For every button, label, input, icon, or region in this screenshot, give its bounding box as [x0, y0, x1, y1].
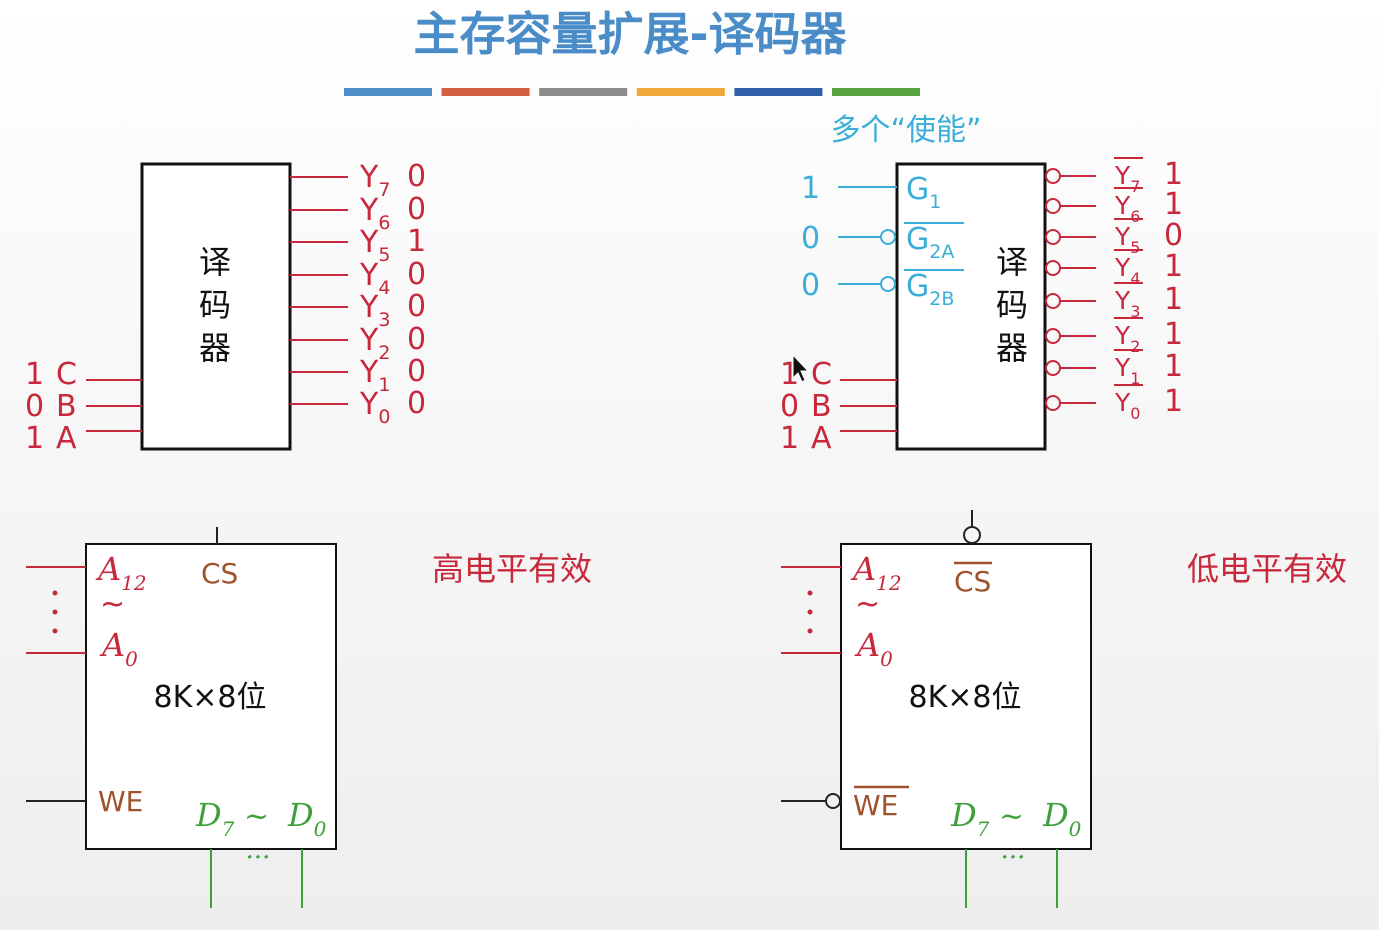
inversion-bubble-icon — [963, 526, 981, 544]
decoder-with-enables: 多个“使能” 译 码 器 1 G10 G2A0 G2B Y7 1Y6 1Y5 0Y4 1Y3 1… — [780, 113, 1183, 456]
inversion-bubble-icon — [1045, 168, 1061, 184]
chip-cs-label: CS — [954, 565, 991, 598]
decoder2-input-value: 0 — [780, 389, 799, 424]
decoder2-output-label: Y3 — [1114, 286, 1140, 321]
decoder2-output-label: Y6 — [1114, 191, 1140, 226]
decoder1-output-value: 0 — [407, 257, 426, 292]
decoder2-output-label: Y0 — [1114, 388, 1140, 423]
decoder2-input-name: A — [811, 421, 832, 456]
chip-caption: 低电平有效 — [1187, 550, 1347, 588]
chip-data-tilde: ~ — [999, 799, 1024, 834]
chip-caption: 高电平有效 — [432, 550, 592, 588]
decoder2-enable-value: 1 — [801, 171, 820, 206]
decoder2-label-char-3: 器 — [996, 329, 1028, 367]
decoder2-output-value: 1 — [1164, 249, 1183, 284]
decoder2-output-value: 1 — [1164, 282, 1183, 317]
decoder1-label-char-1: 译 — [199, 243, 231, 281]
inversion-bubble-icon — [1045, 260, 1061, 276]
decoder2-output-value: 1 — [1164, 187, 1183, 222]
decoder1-output-value: 0 — [407, 289, 426, 324]
color-bar-segment — [734, 88, 823, 96]
decoder2-output-label: Y1 — [1114, 353, 1140, 388]
chip-address-ellipsis-dot — [52, 609, 58, 615]
color-bar-segment — [539, 88, 628, 96]
inversion-bubble-icon — [880, 229, 896, 245]
decoder2-input-name: C — [811, 357, 832, 392]
chip-address-ellipsis-dot — [807, 609, 813, 615]
decoder2-output-value: 1 — [1164, 317, 1183, 352]
chip-we-label: WE — [98, 785, 143, 818]
chip-size-label: 8K×8位 — [154, 680, 267, 715]
decoder1-output-value: 1 — [407, 224, 426, 259]
decoder2-output-value: 0 — [1164, 218, 1183, 253]
decoder2-output-value: 1 — [1164, 349, 1183, 384]
decoder1-label-char-2: 码 — [199, 286, 231, 324]
decoder1-output-value: 0 — [407, 354, 426, 389]
color-bar-segment — [344, 88, 432, 96]
decoder1-input-value: 1 — [25, 421, 44, 456]
decoder2-input-value: 1 — [780, 421, 799, 456]
inversion-bubble-icon — [1045, 360, 1061, 376]
inversion-bubble-icon — [1045, 293, 1061, 309]
decoder2-output-label: Y5 — [1114, 222, 1140, 257]
chip-address-ellipsis-dot — [807, 628, 813, 634]
chip-we-label: WE — [853, 789, 898, 822]
decoder1-input-name: C — [56, 357, 77, 392]
chip-size-label: 8K×8位 — [909, 680, 1022, 715]
decoder2-input-name: B — [811, 389, 832, 424]
chip-address-ellipsis-dot — [52, 628, 58, 634]
slide-title: 主存容量扩展-译码器 — [413, 7, 847, 61]
decoder1-output-value: 0 — [407, 322, 426, 357]
decoder2-enable-value: 0 — [801, 221, 820, 256]
inversion-bubble-icon — [825, 793, 841, 809]
inversion-bubble-icon — [1045, 328, 1061, 344]
decoder-active-high: 译 码 器 Y7 0Y6 0Y5 1Y4 0Y3 0Y2 0Y1 0Y0 0 1 C0 B1 A — [25, 159, 426, 456]
enable-caption: 多个“使能” — [830, 113, 981, 148]
chip-address-tilde: ~ — [100, 587, 125, 622]
title-color-bar — [344, 88, 920, 96]
decoder1-output-value: 0 — [407, 386, 426, 421]
inversion-bubble-icon — [880, 276, 896, 292]
chip-address-ellipsis-dot — [52, 590, 58, 596]
inversion-bubble-icon — [1045, 198, 1061, 214]
decoder1-input-name: A — [56, 421, 77, 456]
decoder1-input-value: 0 — [25, 389, 44, 424]
slide-canvas: 主存容量扩展-译码器 译 码 器 Y7 0Y6 0Y5 1Y4 0Y3 0Y2 0Y1 0Y0… — [25, 7, 1347, 908]
decoder1-output-value: 0 — [407, 192, 426, 227]
decoder1-input-name: B — [56, 389, 77, 424]
decoder1-input-value: 1 — [25, 357, 44, 392]
chip-data-tilde: ~ — [244, 799, 269, 834]
chip-cs-label: CS — [201, 557, 238, 590]
chip-data-ellipsis: ··· — [1001, 843, 1026, 873]
decoder2-output-value: 1 — [1164, 384, 1183, 419]
chip-address-tilde: ~ — [855, 587, 880, 622]
inversion-bubble-icon — [1045, 229, 1061, 245]
chip-address-ellipsis-dot — [807, 590, 813, 596]
color-bar-segment — [832, 88, 920, 96]
chip-data-ellipsis: ··· — [246, 843, 271, 873]
decoder1-output-value: 0 — [407, 159, 426, 194]
inversion-bubble-icon — [1045, 395, 1061, 411]
color-bar-segment — [636, 88, 725, 96]
memory-chip-active-low: A12~A0CS8K×8位WE D7 ~ D0···低电平有效 — [781, 510, 1347, 908]
decoder2-label-char-2: 码 — [996, 286, 1028, 324]
decoder1-label-char-3: 器 — [199, 329, 231, 367]
decoder2-enable-value: 0 — [801, 268, 820, 303]
decoder2-label-char-1: 译 — [996, 243, 1028, 281]
memory-chip-active-high: A12~A0CS8K×8位WE D7 ~ D0···高电平有效 — [26, 527, 592, 908]
color-bar-segment — [441, 88, 530, 96]
